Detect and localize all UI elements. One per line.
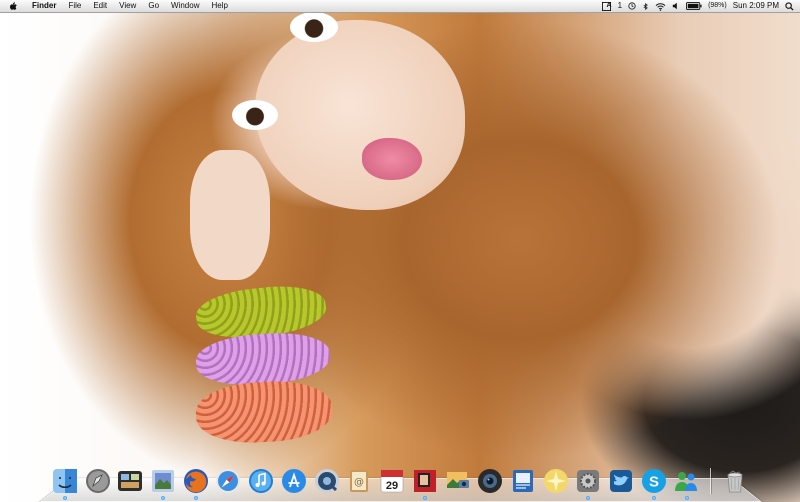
running-indicator: [422, 496, 427, 500]
photo-booth-icon: [413, 470, 436, 492]
dock-item-iphoto[interactable]: [443, 466, 473, 496]
iphoto-icon: [447, 472, 470, 488]
dock-item-safari[interactable]: [214, 466, 244, 496]
quicktime-icon: [314, 469, 339, 493]
battery-icon[interactable]: [686, 2, 702, 10]
wallpaper-eye: [232, 100, 278, 130]
menu-active-app[interactable]: Finder: [26, 0, 62, 12]
wallpaper-bracelet: [194, 329, 332, 389]
svg-text:@: @: [354, 477, 364, 488]
launchpad-icon: [85, 469, 110, 493]
wallpaper-face: [255, 20, 465, 210]
dock-item-skype[interactable]: S: [639, 466, 669, 500]
menu-window[interactable]: Window: [165, 0, 205, 12]
dock-item-mission-control[interactable]: [115, 466, 145, 496]
firefox-icon: [183, 469, 208, 493]
menu-edit[interactable]: Edit: [87, 0, 113, 12]
facetime-icon: [478, 469, 503, 493]
finder-icon: [52, 469, 77, 493]
preview-icon: [151, 470, 174, 492]
dock-item-quicktime[interactable]: [312, 466, 342, 496]
messenger-icon: [675, 472, 698, 491]
running-indicator: [651, 496, 656, 500]
wallpaper-lips: [362, 138, 422, 180]
menu-go[interactable]: Go: [142, 0, 165, 12]
menu-bar: Finder File Edit View Go Window Help A 1: [0, 0, 800, 13]
notification-count[interactable]: 1: [618, 0, 622, 12]
menu-file[interactable]: File: [62, 0, 87, 12]
volume-icon[interactable]: [672, 2, 680, 10]
dock-item-dashboard[interactable]: [541, 466, 571, 496]
dock-item-preview[interactable]: [148, 466, 178, 500]
dock-separator: [710, 468, 712, 494]
dock-item-messenger[interactable]: [672, 466, 702, 500]
skype-icon: S: [641, 469, 666, 493]
dock-item-firefox[interactable]: [181, 466, 211, 500]
address-book-icon: @: [350, 470, 369, 492]
desktop: Finder File Edit View Go Window Help A 1: [0, 0, 800, 502]
menu-bar-extras: A 1 (98%) Sun 2:09 PM: [601, 0, 800, 12]
spotlight-icon[interactable]: [785, 1, 794, 11]
dock-item-launchpad[interactable]: [83, 466, 113, 496]
twitter-icon: [610, 470, 633, 492]
clock-icon[interactable]: [628, 2, 636, 10]
menu-help[interactable]: Help: [205, 0, 233, 12]
dock-item-itunes[interactable]: [246, 466, 276, 496]
apple-menu-icon[interactable]: [8, 1, 18, 11]
dock-item-photo-booth[interactable]: [410, 466, 440, 500]
dock: @ 29 S: [50, 462, 750, 500]
bluetooth-icon[interactable]: [642, 2, 649, 11]
dock-item-finder[interactable]: [50, 466, 80, 500]
menu-clock[interactable]: Sun 2:09 PM: [733, 0, 779, 12]
dock-item-app-store[interactable]: [279, 466, 309, 496]
dock-item-preview-document[interactable]: [508, 466, 538, 496]
dock-item-calendar[interactable]: 29: [377, 466, 407, 496]
dock-item-address-book[interactable]: @: [344, 466, 374, 496]
menu-view[interactable]: View: [113, 0, 142, 12]
preview-document-icon: [512, 470, 533, 492]
running-indicator: [193, 496, 198, 500]
trash-icon: [727, 470, 743, 493]
calendar-date: 29: [386, 480, 398, 492]
system-preferences-icon: [577, 470, 600, 492]
safari-icon: [216, 469, 241, 493]
svg-text:S: S: [649, 474, 659, 491]
mission-control-icon: [118, 471, 143, 491]
wallpaper-hand: [190, 150, 270, 280]
running-indicator: [62, 496, 67, 500]
wallpaper-bracelet: [194, 378, 334, 446]
wifi-icon[interactable]: [655, 2, 666, 11]
dock-item-trash[interactable]: [720, 466, 750, 496]
dashboard-icon: [543, 469, 568, 493]
itunes-icon: [249, 469, 274, 493]
dock-item-twitter[interactable]: [606, 466, 636, 496]
menu-bar-left: Finder File Edit View Go Window Help: [0, 0, 234, 12]
dock-item-facetime[interactable]: [475, 466, 505, 496]
wallpaper-eye: [290, 12, 338, 42]
calendar-icon: 29: [380, 469, 404, 493]
wallpaper-bracelet: [193, 281, 329, 343]
input-indicator[interactable]: A: [607, 0, 612, 12]
running-indicator: [684, 496, 689, 500]
dock-item-system-preferences[interactable]: [573, 466, 603, 500]
app-store-icon: [281, 469, 306, 493]
battery-percent[interactable]: (98%): [708, 0, 727, 12]
